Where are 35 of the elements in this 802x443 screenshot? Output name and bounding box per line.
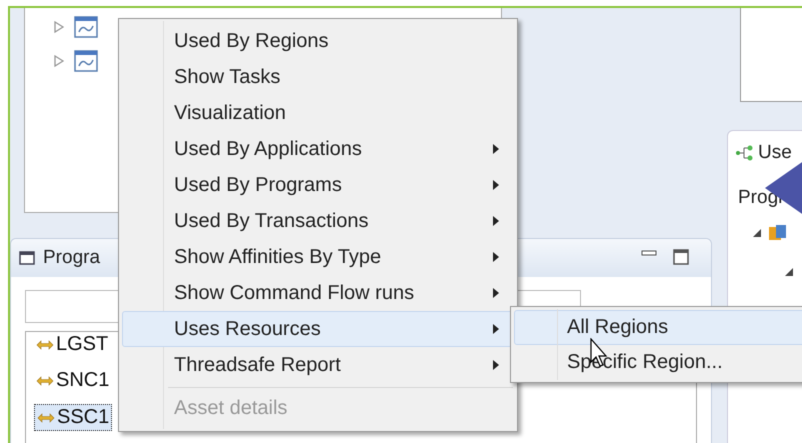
expanded-triangle-icon[interactable] (784, 267, 794, 277)
double-arrow-icon (37, 412, 55, 422)
menu-item[interactable]: Used By Applications (122, 131, 514, 167)
submenu-arrow-icon (493, 180, 499, 190)
collapsed-triangle-icon[interactable] (54, 55, 64, 67)
panel-title[interactable]: Use (758, 142, 792, 164)
submenu-arrow-icon (493, 252, 499, 262)
program-item[interactable]: LGST (34, 332, 110, 357)
submenu-arrow-icon (493, 324, 499, 334)
maximize-icon[interactable] (673, 249, 689, 265)
menu-item[interactable]: Visualization (122, 95, 514, 131)
program-item[interactable]: SNC1 (34, 368, 112, 393)
submenu-arrow-icon (493, 360, 499, 370)
menu-item[interactable]: Threadsafe Report (122, 347, 514, 383)
menu-item[interactable]: Used By Programs (122, 167, 514, 203)
double-arrow-icon (36, 340, 54, 350)
menu-item[interactable]: Show Command Flow runs (122, 275, 514, 311)
submenu-arrow-icon (493, 144, 499, 154)
menu-item[interactable]: Show Tasks (122, 59, 514, 95)
menu-item[interactable]: All Regions (514, 310, 802, 345)
hierarchy-icon (735, 145, 755, 161)
view-icon (19, 251, 35, 265)
window-icon (74, 50, 98, 72)
submenu-arrow-icon (493, 216, 499, 226)
panel-tab[interactable]: Progra (43, 247, 100, 269)
folder-icon (768, 224, 788, 242)
window-icon (74, 16, 98, 38)
expanded-triangle-icon[interactable] (752, 228, 762, 238)
program-item[interactable]: SSC1 (34, 404, 112, 431)
menu-item[interactable]: Used By Transactions (122, 203, 514, 239)
submenu-arrow-icon (493, 288, 499, 298)
menu-item[interactable]: Show Affinities By Type (122, 239, 514, 275)
collapsed-triangle-icon[interactable] (54, 21, 64, 33)
double-arrow-icon (36, 376, 54, 386)
menu-item[interactable]: Used By Regions (122, 23, 514, 59)
